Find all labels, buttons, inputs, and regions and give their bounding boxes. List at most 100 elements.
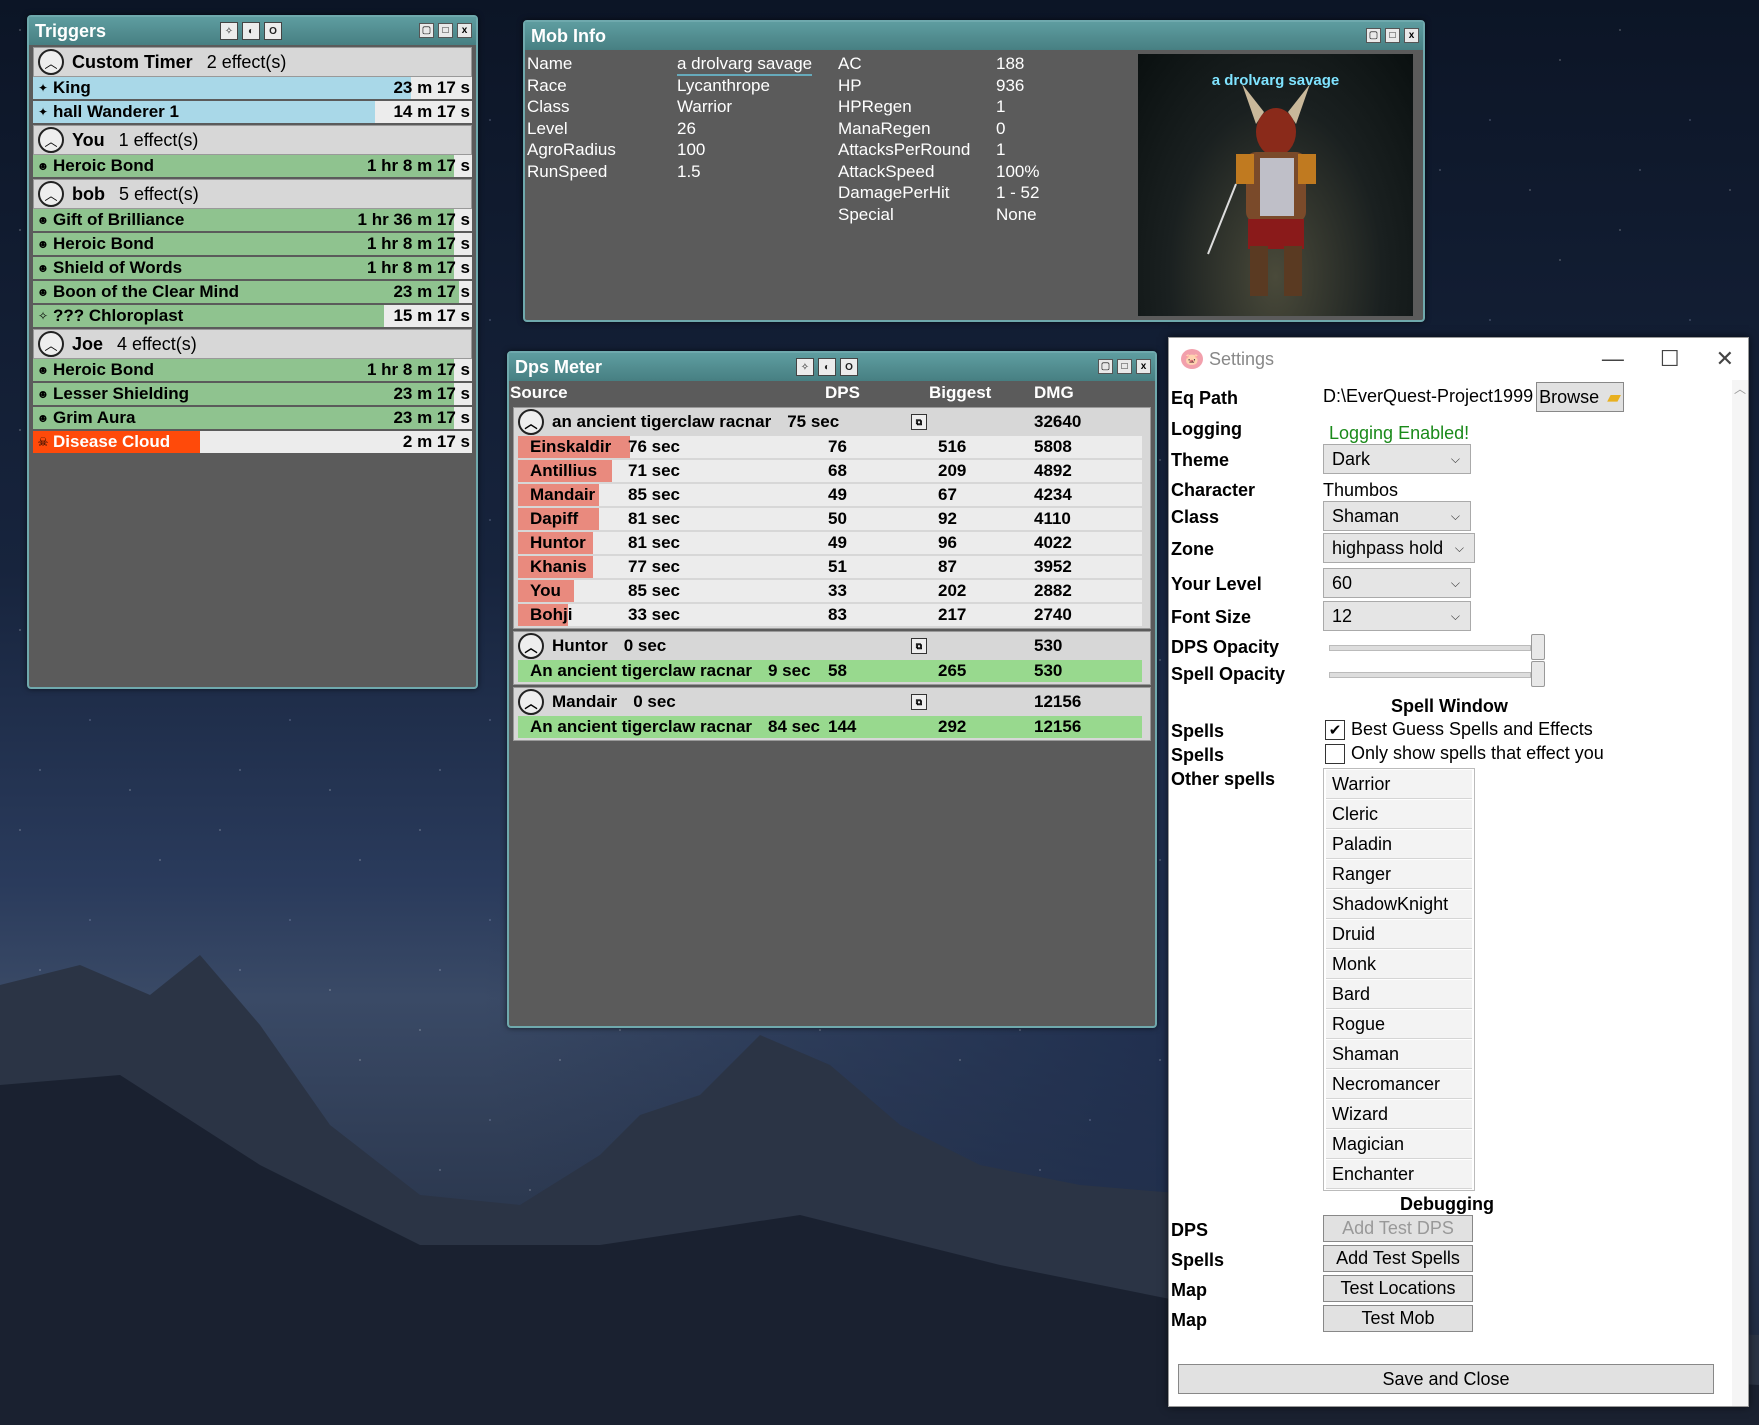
dps-group-header[interactable]: ︿ an ancient tigerclaw racnar 75 sec ⧉ 3… (514, 408, 1150, 436)
mob-info-window[interactable]: Mob Info ▢ □ x Name a drolvarg savage Rac… (523, 20, 1425, 322)
chevron-up-icon[interactable]: ︿ (518, 633, 544, 659)
zone-select[interactable]: highpass hold ⌵ (1323, 533, 1475, 563)
test-mob-button[interactable]: Test Mob (1323, 1305, 1473, 1332)
maximize-icon[interactable]: □ (438, 23, 453, 38)
trigger-group-header[interactable]: ︿ bob 5 effect(s) (33, 179, 472, 209)
class-list-item[interactable]: Bard (1326, 980, 1472, 1009)
browse-button[interactable]: Browse ▰ (1536, 382, 1624, 412)
dps-row[interactable]: Mandair 85 sec 49 67 4234 (518, 484, 1142, 506)
class-list-item[interactable]: ShadowKnight (1326, 890, 1472, 919)
settings-scrollbar[interactable]: ︿ (1732, 380, 1748, 1406)
dps-row[interactable]: An ancient tigerclaw racnar 9 sec 58 265… (518, 660, 1142, 682)
trigger-group-name: bob (72, 183, 105, 204)
trigger-row[interactable]: ☻ Boon of the Clear Mind 23 m 17 s (33, 281, 472, 303)
class-list-item[interactable]: Enchanter (1326, 1160, 1472, 1189)
trigger-group-header[interactable]: ︿ You 1 effect(s) (33, 125, 472, 155)
dps-row[interactable]: Antillius 71 sec 68 209 4892 (518, 460, 1142, 482)
class-list-item[interactable]: Cleric (1326, 800, 1472, 829)
close-icon[interactable]: x (1404, 28, 1419, 43)
class-list-item[interactable]: Rogue (1326, 1010, 1472, 1039)
trigger-group-header[interactable]: ︿ Custom Timer 2 effect(s) (33, 47, 472, 77)
dps-row[interactable]: Khanis 77 sec 51 87 3952 (518, 556, 1142, 578)
settings-window[interactable]: 🐷 Settings — ☐ ✕ ︿ Eq Path D:\EverQuest-… (1168, 337, 1749, 1407)
mob-stat-value: 1 (996, 140, 1006, 159)
close-icon[interactable]: x (1136, 359, 1151, 374)
chevron-up-icon[interactable]: ︿ (518, 689, 544, 715)
minimize-icon[interactable]: ▢ (419, 23, 434, 38)
dps-titlebar[interactable]: Dps Meter ✧ ◐ O ▢ □ x (509, 353, 1155, 381)
class-list-item[interactable]: Magician (1326, 1130, 1472, 1159)
best-guess-checkbox[interactable]: ✔ (1325, 720, 1345, 740)
dps-group-header[interactable]: ︿ Huntor 0 sec ⧉ 530 (514, 632, 1150, 660)
level-select[interactable]: 60 ⌵ (1323, 568, 1471, 598)
minimize-icon[interactable]: ▢ (1098, 359, 1113, 374)
chevron-up-icon[interactable]: ︿ (38, 331, 64, 357)
opacity-icon[interactable]: O (264, 22, 282, 40)
copy-icon[interactable]: ⧉ (911, 638, 927, 654)
color-icon[interactable]: ◐ (242, 22, 260, 40)
trigger-row[interactable]: ☻ Lesser Shielding 23 m 17 s (33, 383, 472, 405)
dps-row-dps: 33 (828, 581, 847, 600)
class-list-item[interactable]: Shaman (1326, 1040, 1472, 1069)
trigger-row[interactable]: ☻ Shield of Words 1 hr 8 m 17 s (33, 257, 472, 279)
font-size-select[interactable]: 12 ⌵ (1323, 601, 1471, 631)
chevron-up-icon[interactable]: ︿ (38, 127, 64, 153)
minimize-icon[interactable]: ▢ (1366, 28, 1381, 43)
chevron-up-icon[interactable]: ︿ (38, 49, 64, 75)
class-list-item[interactable]: Paladin (1326, 830, 1472, 859)
trigger-row[interactable]: ☻ Heroic Bond 1 hr 8 m 17 s (33, 155, 472, 177)
copy-icon[interactable]: ⧉ (911, 414, 927, 430)
chevron-up-icon[interactable]: ︿ (38, 181, 64, 207)
dps-meter-window[interactable]: Dps Meter ✧ ◐ O ▢ □ x Source DPS Biggest… (507, 351, 1157, 1028)
trigger-row[interactable]: ✦ King 23 m 17 s (33, 77, 472, 99)
other-spells-list[interactable]: Warrior Cleric Paladin Ranger ShadowKnight Dr… (1323, 768, 1475, 1191)
spell-opacity-thumb[interactable] (1531, 661, 1545, 687)
trigger-row[interactable]: ☻ Heroic Bond 1 hr 8 m 17 s (33, 233, 472, 255)
scroll-up-icon[interactable]: ︿ (1732, 380, 1748, 397)
class-list-item[interactable]: Ranger (1326, 860, 1472, 889)
save-and-close-button[interactable]: Save and Close (1178, 1364, 1714, 1394)
dps-group-header[interactable]: ︿ Mandair 0 sec ⧉ 12156 (514, 688, 1150, 716)
color-icon[interactable]: ◐ (818, 358, 836, 376)
trigger-group-header[interactable]: ︿ Joe 4 effect(s) (33, 329, 472, 359)
maximize-icon[interactable]: □ (1385, 28, 1400, 43)
class-list-item[interactable]: Druid (1326, 920, 1472, 949)
close-icon[interactable]: x (457, 23, 472, 38)
trigger-row[interactable]: ☠ Disease Cloud 2 m 17 s (33, 431, 472, 453)
class-list-item[interactable]: Monk (1326, 950, 1472, 979)
trigger-row[interactable]: ☻ Gift of Brilliance 1 hr 36 m 17 s (33, 209, 472, 231)
trigger-row[interactable]: ✧ ??? Chloroplast 15 m 17 s (33, 305, 472, 327)
maximize-icon[interactable]: □ (1117, 359, 1132, 374)
class-select[interactable]: Shaman ⌵ (1323, 501, 1471, 531)
only-show-checkbox[interactable] (1325, 744, 1345, 764)
mob-info-titlebar[interactable]: Mob Info ▢ □ x (525, 22, 1423, 50)
dps-row[interactable]: An ancient tigerclaw racnar 84 sec 144 2… (518, 716, 1142, 738)
trigger-row[interactable]: ☻ Heroic Bond 1 hr 8 m 17 s (33, 359, 472, 381)
copy-icon[interactable]: ⧉ (911, 694, 927, 710)
theme-select[interactable]: Dark ⌵ (1323, 444, 1471, 474)
dps-row[interactable]: Huntor 81 sec 49 96 4022 (518, 532, 1142, 554)
chevron-up-icon[interactable]: ︿ (518, 409, 544, 435)
spell-opacity-slider[interactable] (1329, 672, 1531, 678)
class-list-item[interactable]: Wizard (1326, 1100, 1472, 1129)
dps-row[interactable]: Dapiff 81 sec 50 92 4110 (518, 508, 1142, 530)
dps-row[interactable]: Einskaldir 76 sec 76 516 5808 (518, 436, 1142, 458)
dps-opacity-thumb[interactable] (1531, 634, 1545, 660)
dps-opacity-slider[interactable] (1329, 645, 1531, 651)
dps-row[interactable]: You 85 sec 33 202 2882 (518, 580, 1142, 602)
test-locations-button[interactable]: Test Locations (1323, 1275, 1473, 1302)
triggers-window[interactable]: Triggers ✧ ◐ O ▢ □ x ︿ Custom Timer 2 ef… (27, 15, 478, 689)
character-label: Character (1171, 480, 1256, 500)
triggers-titlebar[interactable]: Triggers ✧ ◐ O ▢ □ x (29, 17, 476, 45)
add-test-dps-button[interactable]: Add Test DPS (1323, 1215, 1473, 1242)
opacity-icon[interactable]: O (840, 358, 858, 376)
class-value: Shaman (1332, 505, 1400, 526)
add-test-spells-button[interactable]: Add Test Spells (1323, 1245, 1473, 1272)
class-list-item[interactable]: Warrior (1326, 770, 1472, 799)
trigger-row[interactable]: ☻ Grim Aura 23 m 17 s (33, 407, 472, 429)
trigger-icon[interactable]: ✧ (796, 358, 814, 376)
dps-row[interactable]: Bohji 33 sec 83 217 2740 (518, 604, 1142, 626)
trigger-row[interactable]: ✦ hall Wanderer 1 14 m 17 s (33, 101, 472, 123)
class-list-item[interactable]: Necromancer (1326, 1070, 1472, 1099)
trigger-icon[interactable]: ✧ (220, 22, 238, 40)
